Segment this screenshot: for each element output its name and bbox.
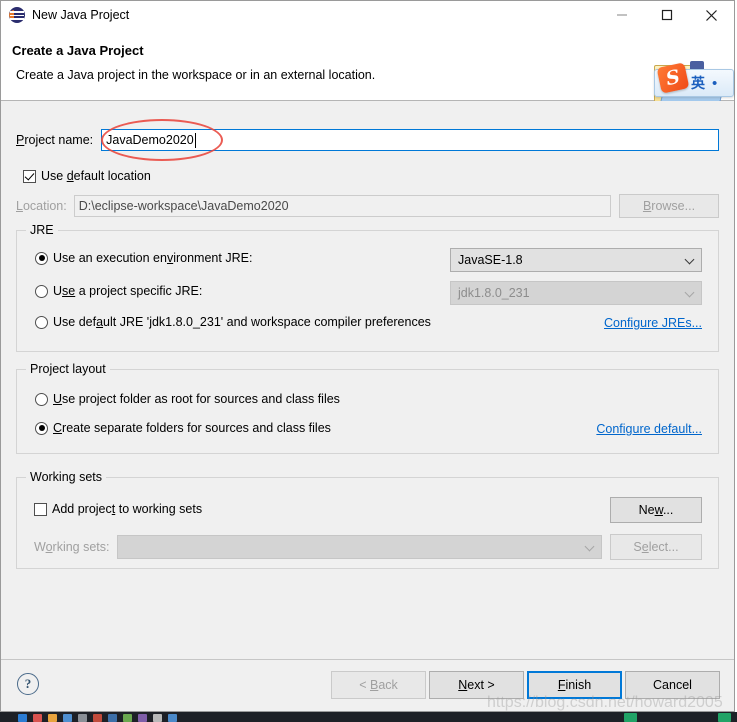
working-sets-group: Working sets Add project to working sets… bbox=[16, 470, 719, 569]
radio-label: Create separate folders for sources and … bbox=[53, 421, 331, 435]
radio-default-jre[interactable]: Use default JRE 'jdk1.8.0_231' and works… bbox=[35, 315, 431, 329]
project-name-row: Project name: JavaDemo2020 bbox=[16, 128, 719, 152]
radio-project-folder-root[interactable]: Use project folder as root for sources a… bbox=[35, 392, 340, 406]
taskbar-icon[interactable] bbox=[93, 714, 102, 722]
radio-button bbox=[35, 284, 48, 298]
window-title: New Java Project bbox=[32, 8, 130, 22]
working-sets-row: Working sets: Select... bbox=[34, 534, 702, 560]
taskbar-icon[interactable] bbox=[78, 714, 87, 722]
execution-environment-value: JavaSE-1.8 bbox=[458, 253, 523, 267]
windows-taskbar[interactable] bbox=[0, 712, 737, 722]
configure-default-link[interactable]: Configure default... bbox=[596, 422, 702, 436]
dialog-content: Project name: JavaDemo2020 Use default l… bbox=[1, 101, 734, 659]
minimize-icon bbox=[616, 14, 627, 16]
working-sets-label: Working sets: bbox=[34, 540, 110, 554]
project-name-label: Project name: bbox=[16, 133, 94, 147]
sogou-logo-icon[interactable]: S bbox=[656, 62, 690, 94]
new-working-set-button[interactable]: New... bbox=[610, 497, 702, 523]
minimize-button[interactable] bbox=[599, 1, 644, 29]
radio-button bbox=[35, 392, 48, 406]
radio-label: Use an execution environment JRE: bbox=[53, 251, 253, 265]
radio-execution-environment-jre[interactable]: Use an execution environment JRE: bbox=[35, 251, 252, 265]
chevron-down-icon bbox=[686, 256, 695, 265]
location-label: Location: bbox=[16, 199, 67, 213]
text-caret bbox=[194, 132, 196, 148]
chevron-down-icon bbox=[586, 543, 595, 552]
checkbox-label: Add project to working sets bbox=[52, 502, 203, 516]
location-value: D:\eclipse-workspace\JavaDemo2020 bbox=[78, 199, 289, 213]
chevron-down-icon bbox=[686, 289, 695, 298]
dialog-button-bar: ? < Back Next > Finish Cancel bbox=[1, 659, 734, 711]
jre-group-title: JRE bbox=[26, 223, 58, 237]
add-project-to-working-sets-checkbox[interactable]: Add project to working sets bbox=[34, 502, 202, 516]
working-sets-group-title: Working sets bbox=[26, 470, 107, 484]
working-sets-combo[interactable] bbox=[116, 535, 602, 559]
back-button[interactable]: < Back bbox=[331, 671, 426, 699]
finish-button[interactable]: Finish bbox=[527, 671, 622, 699]
taskbar-icon[interactable] bbox=[138, 714, 147, 722]
project-layout-group-title: Project layout bbox=[26, 362, 110, 376]
taskbar-tray-icon[interactable] bbox=[718, 713, 731, 722]
radio-button bbox=[35, 251, 48, 265]
wizard-navigation-buttons: < Back Next > Finish Cancel bbox=[328, 671, 720, 699]
page-title: Create a Java Project bbox=[12, 43, 144, 58]
maximize-icon bbox=[661, 9, 672, 21]
radio-label: Use project folder as root for sources a… bbox=[53, 392, 340, 406]
taskbar-icon[interactable] bbox=[153, 714, 162, 722]
title-bar: New Java Project bbox=[1, 1, 734, 29]
execution-environment-combo[interactable]: JavaSE-1.8 bbox=[450, 248, 702, 272]
jre-group: JRE Use an execution environment JRE: Ja… bbox=[16, 223, 719, 352]
taskbar-icon[interactable] bbox=[108, 714, 117, 722]
next-button[interactable]: Next > bbox=[429, 671, 524, 699]
radio-button bbox=[35, 421, 48, 435]
project-layout-group: Project layout Use project folder as roo… bbox=[16, 362, 719, 454]
window-controls bbox=[599, 1, 734, 29]
radio-label: Use default JRE 'jdk1.8.0_231' and works… bbox=[53, 315, 431, 329]
sogou-ime-toolbar[interactable]: S 英 • bbox=[654, 62, 734, 97]
use-default-location-label: Use default location bbox=[41, 169, 151, 183]
page-description: Create a Java project in the workspace o… bbox=[16, 68, 376, 82]
wizard-header: Create a Java Project Create a Java proj… bbox=[1, 29, 736, 123]
taskbar-icon[interactable] bbox=[63, 714, 72, 722]
maximize-button[interactable] bbox=[644, 1, 689, 29]
taskbar-icon[interactable] bbox=[33, 714, 42, 722]
taskbar-icon[interactable] bbox=[123, 714, 132, 722]
browse-button[interactable]: Browse... bbox=[619, 194, 719, 218]
radio-separate-folders[interactable]: Create separate folders for sources and … bbox=[35, 421, 331, 435]
ime-language-indicator[interactable]: 英 bbox=[691, 73, 705, 93]
project-specific-jre-value: jdk1.8.0_231 bbox=[458, 286, 530, 300]
checkbox-box bbox=[34, 502, 47, 516]
location-input[interactable]: D:\eclipse-workspace\JavaDemo2020 bbox=[73, 195, 611, 217]
select-working-set-button[interactable]: Select... bbox=[610, 534, 702, 560]
configure-jres-link[interactable]: Configure JREs... bbox=[604, 316, 702, 330]
radio-project-specific-jre[interactable]: Use a project specific JRE: bbox=[35, 284, 202, 298]
close-icon bbox=[706, 9, 717, 21]
close-button[interactable] bbox=[689, 1, 734, 29]
project-name-value: JavaDemo2020 bbox=[106, 133, 194, 147]
radio-label: Use a project specific JRE: bbox=[53, 284, 203, 298]
taskbar-icon[interactable] bbox=[48, 714, 57, 722]
eclipse-java-icon bbox=[9, 7, 25, 23]
taskbar-tray-icon[interactable] bbox=[624, 713, 637, 722]
project-name-input[interactable]: JavaDemo2020 bbox=[101, 129, 719, 151]
taskbar-icon[interactable] bbox=[18, 714, 27, 722]
cancel-button[interactable]: Cancel bbox=[625, 671, 720, 699]
ime-dot-icon[interactable]: • bbox=[712, 76, 717, 91]
use-default-location-checkbox[interactable]: Use default location bbox=[23, 169, 151, 183]
new-java-project-dialog: New Java Project Create a Java Project C… bbox=[0, 0, 736, 712]
radio-button bbox=[35, 315, 48, 329]
taskbar-icon[interactable] bbox=[168, 714, 177, 722]
checkbox-box bbox=[23, 169, 36, 183]
project-specific-jre-combo[interactable]: jdk1.8.0_231 bbox=[450, 281, 702, 305]
help-icon[interactable]: ? bbox=[17, 673, 39, 695]
location-row: Location: D:\eclipse-workspace\JavaDemo2… bbox=[16, 194, 719, 218]
